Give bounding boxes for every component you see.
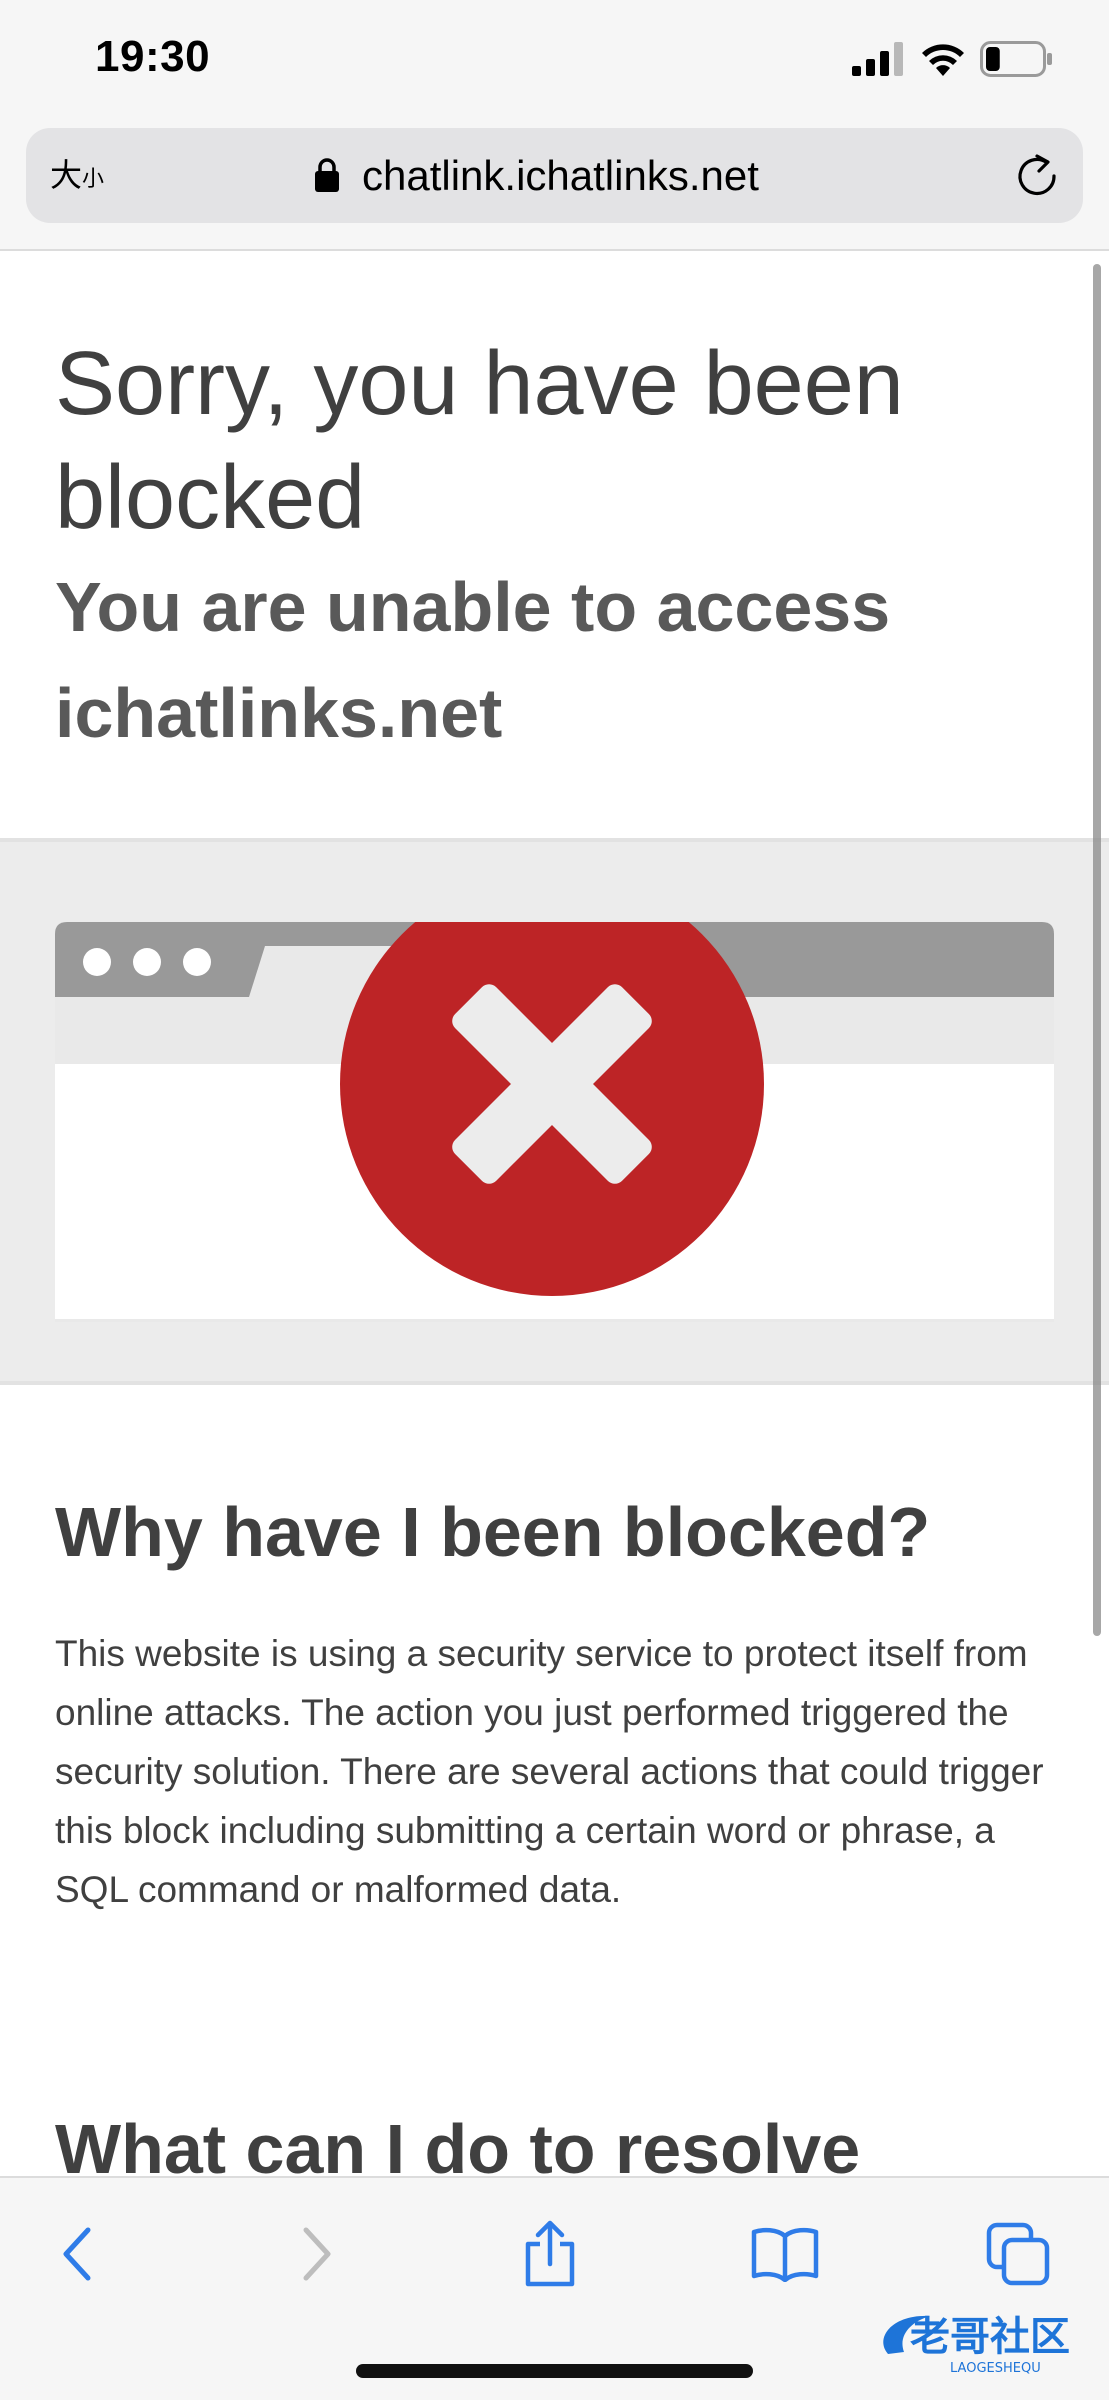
home-indicator[interactable] (356, 2364, 753, 2378)
blocked-browser-icon (55, 922, 1054, 1322)
share-button[interactable] (510, 2214, 590, 2294)
book-icon (751, 2227, 819, 2282)
page-title: Sorry, you have been blocked (55, 334, 904, 548)
tabs-button[interactable] (978, 2214, 1058, 2294)
tabs-icon (986, 2222, 1050, 2286)
web-content[interactable]: Sorry, you have been blocked You are una… (0, 252, 1109, 2177)
url-text[interactable]: chatlink.ichatlinks.net (362, 128, 759, 223)
watermark-logo: 老哥社区 LAOGESHEQU (883, 2314, 1070, 2376)
cellular-signal-icon (852, 42, 903, 76)
forward-button[interactable] (276, 2214, 356, 2294)
bookmarks-button[interactable] (745, 2214, 825, 2294)
text-size-small-label: 小 (82, 167, 105, 192)
lock-icon (315, 158, 339, 192)
scroll-indicator[interactable] (1093, 264, 1101, 1636)
page-subtitle: You are unable to access ichatlinks.net (55, 568, 891, 752)
svg-text:老哥社区: 老哥社区 (910, 2314, 1070, 2360)
text-size-large-label: 大 (50, 156, 83, 194)
resolve-heading: What can I do to resolve (55, 2110, 861, 2177)
back-button[interactable] (38, 2214, 118, 2294)
address-toolbar: 大小 chatlink.ichatlinks.net (0, 125, 1109, 251)
chevron-right-icon (303, 2227, 331, 2281)
why-blocked-heading: Why have I been blocked? (55, 1493, 931, 1571)
status-bar: 19:30 (0, 0, 1109, 125)
chevron-left-icon (63, 2227, 91, 2281)
battery-icon (980, 41, 1052, 77)
svg-text:LAOGESHEQU: LAOGESHEQU (950, 2361, 1041, 2376)
address-field[interactable]: 大小 chatlink.ichatlinks.net (26, 128, 1083, 223)
reload-icon[interactable] (1015, 154, 1059, 198)
wifi-icon (922, 44, 964, 76)
text-size-button[interactable]: 大小 (50, 128, 104, 223)
illustration-band (0, 838, 1109, 1385)
why-blocked-body: This website is using a security service… (55, 1633, 1044, 1910)
share-icon (525, 2220, 575, 2287)
status-time: 19:30 (95, 32, 211, 81)
